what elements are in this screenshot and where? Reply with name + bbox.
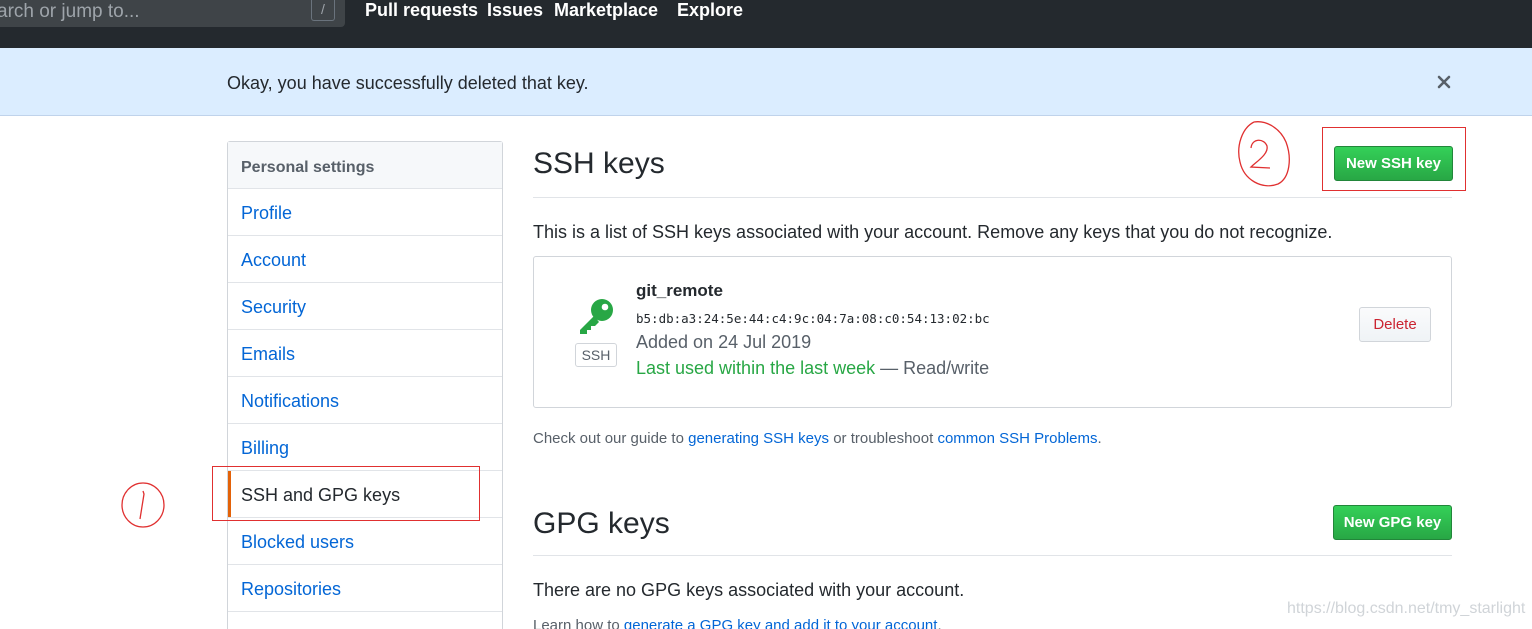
ssh-key-access: — Read/write	[875, 358, 990, 378]
ssh-key-last-used: Last used within the last week	[636, 358, 876, 378]
delete-ssh-key-button[interactable]: Delete	[1359, 307, 1431, 342]
flash-notice: Okay, you have successfully deleted that…	[0, 48, 1532, 116]
generating-ssh-keys-link[interactable]: generating SSH keys	[688, 430, 829, 447]
annotation-circle-2	[1238, 121, 1290, 187]
gpg-learn-suffix: .	[937, 617, 942, 629]
global-header: arch or jump to... / Pull requests Issue…	[0, 0, 1532, 48]
sidebar-item-billing[interactable]: Billing	[228, 424, 502, 471]
search-shortcut-badge: /	[311, 0, 335, 21]
watermark: https://blog.csdn.net/tmy_starlight	[1287, 600, 1526, 617]
close-icon[interactable]	[1433, 71, 1455, 93]
ssh-note-suffix: .	[1097, 430, 1102, 447]
annotation-box-sidebar	[212, 466, 480, 521]
ssh-key-usage: Last used within the last week — Read/wr…	[636, 358, 989, 379]
ssh-type-label: SSH	[575, 343, 617, 367]
annotation-circle-1	[121, 482, 165, 528]
sidebar-item-notifications[interactable]: Notifications	[228, 377, 502, 424]
sidebar-item-security[interactable]: Security	[228, 283, 502, 330]
sidebar-item-emails[interactable]: Emails	[228, 330, 502, 377]
settings-sidebar: Personal settings Profile Account Securi…	[227, 141, 503, 629]
ssh-key-name: git_remote	[636, 281, 723, 300]
ssh-note-prefix: Check out our guide to	[533, 430, 689, 447]
flash-message: Okay, you have successfully deleted that…	[227, 73, 589, 93]
search-placeholder: arch or jump to...	[0, 1, 140, 22]
sidebar-heading: Personal settings	[228, 142, 502, 189]
ssh-note-middle: or troubleshoot	[829, 430, 938, 447]
ssh-heading-divider	[533, 197, 1452, 198]
gpg-description: There are no GPG keys associated with yo…	[533, 580, 965, 600]
nav-explore[interactable]: Explore	[677, 0, 743, 22]
nav-pull-requests[interactable]: Pull requests	[365, 0, 478, 22]
ssh-key-item: SSH git_remote b5:db:a3:24:5e:44:c4:9c:0…	[533, 256, 1452, 408]
gpg-heading-divider	[533, 555, 1452, 556]
ssh-key-fingerprint: b5:db:a3:24:5e:44:c4:9c:04:7a:08:c0:54:1…	[636, 311, 990, 326]
sidebar-item-account[interactable]: Account	[228, 236, 502, 283]
annotation-box-new-ssh	[1322, 127, 1466, 191]
key-icon	[580, 299, 613, 334]
gpg-learn-note: Learn how to generate a GPG key and add …	[533, 617, 942, 629]
ssh-keys-heading: SSH keys	[533, 147, 665, 180]
ssh-description: This is a list of SSH keys associated wi…	[533, 222, 1333, 242]
nav-marketplace[interactable]: Marketplace	[554, 0, 658, 22]
nav-issues[interactable]: Issues	[487, 0, 543, 22]
generate-gpg-key-link[interactable]: generate a GPG key and add it to your ac…	[624, 617, 938, 629]
gpg-keys-heading: GPG keys	[533, 507, 670, 540]
sidebar-item-blocked-users[interactable]: Blocked users	[228, 518, 502, 565]
ssh-guide-note: Check out our guide to generating SSH ke…	[533, 430, 1102, 447]
new-gpg-key-button[interactable]: New GPG key	[1333, 505, 1452, 540]
search-input[interactable]: arch or jump to... /	[0, 0, 345, 27]
sidebar-item-repositories[interactable]: Repositories	[228, 565, 502, 612]
ssh-problems-link[interactable]: common SSH Problems	[937, 430, 1097, 447]
sidebar-item-profile[interactable]: Profile	[228, 189, 502, 236]
ssh-key-added-date: Added on 24 Jul 2019	[636, 332, 812, 352]
gpg-learn-prefix: Learn how to	[533, 617, 624, 629]
